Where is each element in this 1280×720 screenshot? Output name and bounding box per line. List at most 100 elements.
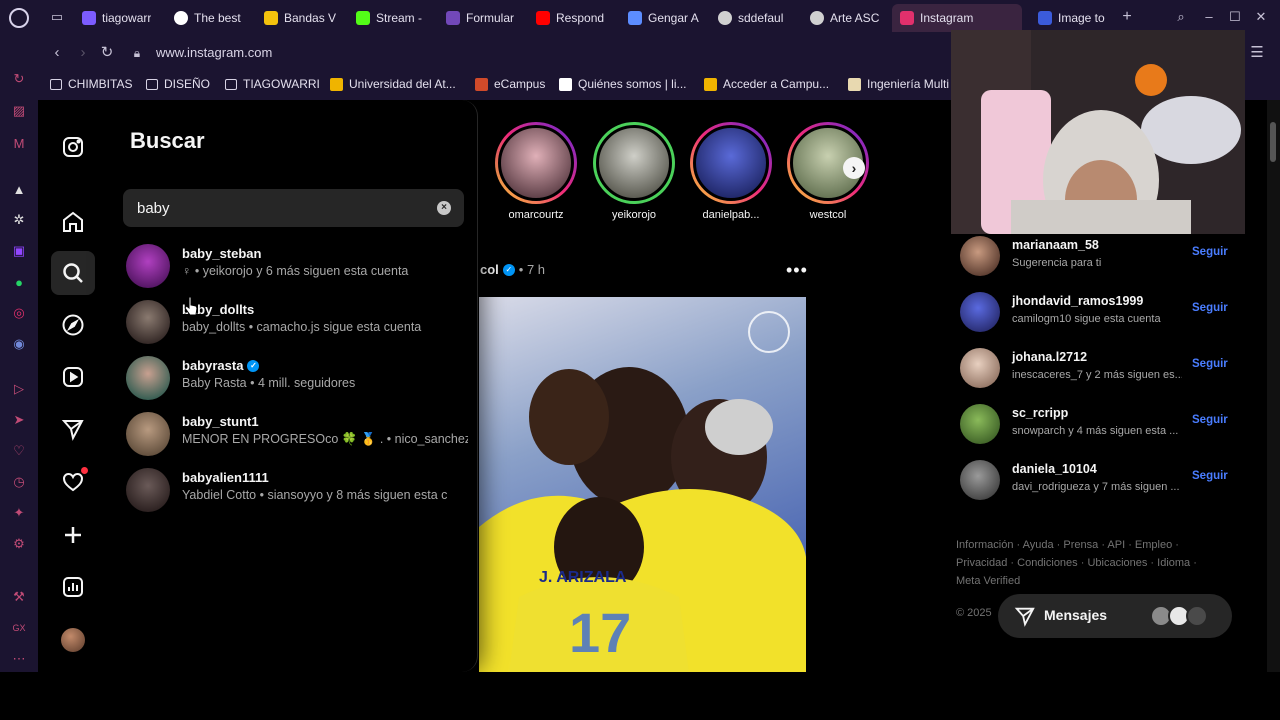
twitch-icon[interactable]: ▣ xyxy=(10,242,28,260)
footer-links[interactable]: Privacidad · Condiciones · Ubicaciones ·… xyxy=(956,554,1206,572)
footer-links[interactable]: Meta Verified xyxy=(956,572,1206,590)
tab-0[interactable]: tiagowarr xyxy=(74,4,156,32)
reels-icon[interactable] xyxy=(60,364,86,390)
bookmark-site[interactable]: eCampus xyxy=(475,77,545,91)
new-tab-button[interactable]: + xyxy=(1118,8,1136,26)
scrollbar-thumb[interactable] xyxy=(1270,122,1276,162)
tab-7[interactable]: sddefaul xyxy=(710,4,792,32)
pinboard-icon[interactable]: ▨ xyxy=(10,102,28,120)
aria-icon[interactable]: ▲ xyxy=(10,180,28,198)
chatgpt-icon[interactable]: ✲ xyxy=(10,211,28,229)
bookmark-folder[interactable]: CHIMBITAS xyxy=(50,77,132,91)
search-result[interactable]: baby_steban ♀ • yeikorojo y 6 más siguen… xyxy=(126,240,466,292)
lock-icon[interactable]: 🔒︎ xyxy=(128,44,146,62)
tab-5[interactable]: Respond xyxy=(528,4,610,32)
instagram-logo-icon[interactable] xyxy=(60,134,86,160)
gx-icon[interactable]: GX xyxy=(10,619,28,637)
bookmark-site[interactable]: Ingeniería Multi xyxy=(848,77,949,91)
back-icon[interactable]: ‹ xyxy=(48,44,66,62)
story-item[interactable]: omarcourtz xyxy=(491,122,581,221)
explore-icon[interactable] xyxy=(60,312,86,338)
create-icon[interactable] xyxy=(60,522,86,548)
notification-dot xyxy=(81,467,88,474)
tab-4[interactable]: Formular xyxy=(438,4,520,32)
mail-icon[interactable]: M xyxy=(10,134,28,152)
easy-setup-icon[interactable]: ☰ xyxy=(1248,44,1266,62)
settings-icon[interactable]: ⚙ xyxy=(10,535,28,553)
search-result[interactable]: baby_dollts baby_dollts • camacho.js sig… xyxy=(126,296,466,348)
follow-button[interactable]: Seguir xyxy=(1192,302,1228,314)
heart-icon[interactable]: ♡ xyxy=(10,442,28,460)
webcam-overlay xyxy=(951,30,1245,234)
clear-search-icon[interactable]: × xyxy=(437,201,451,215)
tab-8[interactable]: Arte ASC xyxy=(802,4,884,32)
messages-bar[interactable]: Mensajes xyxy=(998,594,1232,638)
profile-avatar[interactable] xyxy=(60,627,86,653)
suggestion-context: snowparch y 4 más siguen esta ... xyxy=(1012,425,1179,437)
reload-icon[interactable]: ↻ xyxy=(98,44,116,62)
messages-icon[interactable] xyxy=(60,416,86,442)
suggestion-username[interactable]: johana.l2712 xyxy=(1012,350,1087,364)
instagram-side-icon[interactable]: ◎ xyxy=(10,304,28,322)
discord-icon[interactable]: ◉ xyxy=(10,335,28,353)
tab-9-active[interactable]: Instagram xyxy=(892,4,1022,32)
close-window-icon[interactable]: ✕ xyxy=(1252,8,1270,26)
follow-button[interactable]: Seguir xyxy=(1192,470,1228,482)
extensions-icon[interactable]: ✦ xyxy=(10,504,28,522)
search-result[interactable]: baby_stunt1 MENOR EN PROGRESOco 🍀 🥇 . • … xyxy=(126,408,468,460)
forward-icon[interactable]: › xyxy=(74,44,92,62)
search-result[interactable]: babyrasta ✓ Baby Rasta • 4 mill. seguidor… xyxy=(126,352,466,404)
bookmark-folder[interactable]: DISEÑO xyxy=(146,77,210,91)
search-input[interactable] xyxy=(137,189,427,227)
history-icon[interactable]: ↻ xyxy=(10,70,28,88)
clock-icon[interactable]: ◷ xyxy=(10,473,28,491)
story-item[interactable]: danielpab... xyxy=(686,122,776,221)
tab-menu-icon[interactable]: ▭ xyxy=(48,8,66,26)
tab-6[interactable]: Gengar A xyxy=(620,4,702,32)
suggestion-avatar[interactable] xyxy=(960,404,1000,444)
post-author[interactable]: col xyxy=(480,262,499,277)
bookmark-site[interactable]: Acceder a Campu... xyxy=(704,77,829,91)
tab-3[interactable]: Stream - xyxy=(348,4,430,32)
tab-favicon xyxy=(356,11,370,25)
suggestion-avatar[interactable] xyxy=(960,460,1000,500)
follow-button[interactable]: Seguir xyxy=(1192,414,1228,426)
player-icon[interactable]: ▷ xyxy=(10,380,28,398)
tools-icon[interactable]: ⚒ xyxy=(10,588,28,606)
search-icon[interactable] xyxy=(51,251,95,295)
more-icon[interactable]: ⋯ xyxy=(10,650,28,668)
post-more-icon[interactable]: ••• xyxy=(786,260,808,281)
dashboard-icon[interactable] xyxy=(60,574,86,600)
opera-logo-icon[interactable] xyxy=(9,8,29,28)
suggestion-username[interactable]: daniela_10104 xyxy=(1012,462,1097,476)
follow-button[interactable]: Seguir xyxy=(1192,358,1228,370)
page-scrollbar[interactable] xyxy=(1267,100,1280,672)
follow-button[interactable]: Seguir xyxy=(1192,246,1228,258)
bookmark-folder[interactable]: TIAGOWARRI xyxy=(225,77,320,91)
suggestion-username[interactable]: jhondavid_ramos1999 xyxy=(1012,294,1143,308)
tab-label: Instagram xyxy=(920,11,974,25)
search-result[interactable]: babyalien1111 Yabdiel Cotto • siansoyyo … xyxy=(126,464,466,516)
tab-1[interactable]: The best xyxy=(166,4,248,32)
home-icon[interactable] xyxy=(60,209,86,235)
whatsapp-icon[interactable]: ● xyxy=(10,273,28,291)
bookmark-site[interactable]: Quiénes somos | li... xyxy=(559,77,687,91)
post-image[interactable]: J. ARIZALA 17 xyxy=(479,297,806,672)
tab-10[interactable]: Image to xyxy=(1030,4,1112,32)
suggestion-username[interactable]: marianaam_58 xyxy=(1012,238,1099,252)
tab-2[interactable]: Bandas V xyxy=(256,4,338,32)
footer-links[interactable]: Información · Ayuda · Prensa · API · Emp… xyxy=(956,536,1206,554)
bookmark-site[interactable]: Universidad del At... xyxy=(330,77,456,91)
maximize-icon[interactable]: ☐ xyxy=(1226,8,1244,26)
suggestion-avatar[interactable] xyxy=(960,292,1000,332)
suggestion-avatar[interactable] xyxy=(960,348,1000,388)
url-field[interactable]: www.instagram.com xyxy=(156,45,272,60)
send-icon[interactable]: ➤ xyxy=(10,411,28,429)
story-item[interactable]: yeikorojo xyxy=(589,122,679,221)
search-tabs-icon[interactable]: ⌕ xyxy=(1172,8,1190,26)
stories-next-button[interactable]: › xyxy=(843,157,865,179)
notifications-icon[interactable] xyxy=(60,467,88,495)
suggestion-username[interactable]: sc_rcripp xyxy=(1012,406,1068,420)
suggestion-avatar[interactable] xyxy=(960,236,1000,276)
minimize-icon[interactable]: – xyxy=(1200,8,1218,26)
